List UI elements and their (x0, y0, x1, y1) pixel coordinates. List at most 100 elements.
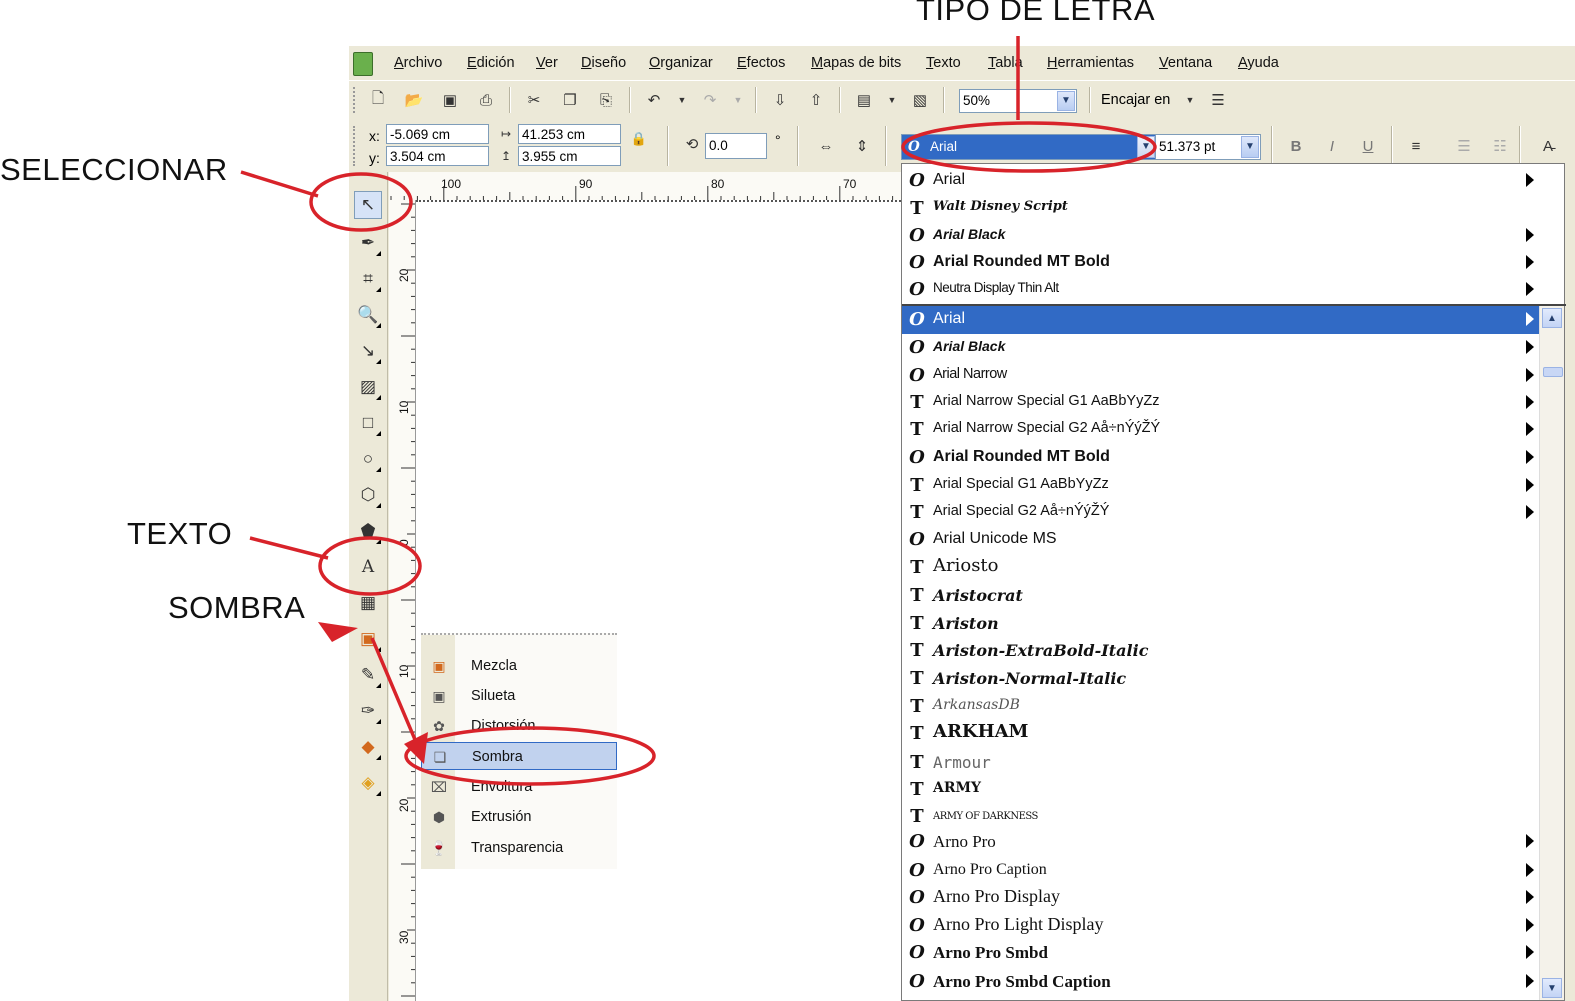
font-item[interactable]: T Ariston-Normal-Italic (902, 665, 1540, 693)
basic-shapes-tool-icon[interactable]: ⬟ (354, 517, 382, 545)
bullet-list-icon[interactable]: ☰ (1453, 135, 1475, 157)
menu-ventana[interactable]: Ventana (1159, 55, 1212, 71)
flyout-item-transparencia[interactable]: 🍷 Transparencia (421, 834, 617, 862)
fit-dropdown-icon[interactable]: ▼ (1179, 89, 1201, 111)
launcher-dropdown-icon[interactable]: ▼ (881, 89, 903, 111)
menu-tabla[interactable]: Tabla (988, 55, 1023, 71)
mirror-vertical-icon[interactable]: ⇕ (851, 135, 873, 157)
font-item[interactable]: O Arial Narrow (902, 362, 1540, 390)
bold-icon[interactable]: B (1285, 135, 1307, 157)
font-item[interactable]: T ArkansasDB (902, 693, 1540, 721)
table-tool-icon[interactable]: ▦ (354, 589, 382, 617)
format-text-icon[interactable]: A̵ (1537, 135, 1559, 157)
x-position-field[interactable]: -5.069 cm (386, 124, 489, 144)
menu-herramientas[interactable]: Herramientas (1047, 55, 1134, 71)
font-item-recent[interactable]: T Walt Disney Script (902, 195, 1540, 223)
width-field[interactable]: 41.253 cm (518, 124, 621, 144)
options-icon[interactable]: ☰ (1207, 89, 1229, 111)
flyout-item-sombra[interactable]: ❏ Sombra (421, 742, 617, 770)
font-item[interactable]: T Arial Special G2 Aå÷nÝýŽÝ (902, 499, 1540, 527)
paste-icon[interactable]: ⎘ (595, 89, 617, 111)
font-item[interactable]: T ARKHAM (902, 720, 1540, 748)
horizontal-ruler[interactable]: 100 90 80 70 (389, 172, 901, 201)
font-item[interactable]: T Arial Narrow Special G1 AaBbYyZz (902, 389, 1540, 417)
redo-icon[interactable]: ↷ (699, 89, 721, 111)
font-size-combo[interactable]: 51.373 pt ▼ (1155, 134, 1261, 160)
import-icon[interactable]: ⇩ (769, 89, 791, 111)
flyout-item-extrusion[interactable]: ⬢ Extrusión (421, 803, 617, 831)
shape-tool-icon[interactable]: ✒ (354, 229, 382, 257)
mirror-horizontal-icon[interactable]: ⇔ (815, 135, 837, 157)
flyout-item-silueta[interactable]: ▣ Silueta (421, 682, 617, 710)
font-item-recent[interactable]: O Arial Black (902, 222, 1540, 250)
font-list-combo[interactable]: O Arial ▼ (901, 134, 1157, 160)
font-item[interactable]: T Ariston (902, 610, 1540, 638)
fill-tool-icon[interactable]: ◆ (354, 733, 382, 761)
font-item[interactable]: O Arial Black (902, 334, 1540, 362)
scroll-thumb[interactable] (1543, 367, 1563, 377)
eyedropper-tool-icon[interactable]: ✎ (354, 661, 382, 689)
font-item[interactable]: O Arial Rounded MT Bold (902, 444, 1540, 472)
font-item-recent[interactable]: O Neutra Display Thin Alt (902, 276, 1540, 304)
flyout-item-mezcla[interactable]: ▣ Mezcla (421, 652, 617, 680)
vertical-ruler[interactable]: 20 10 0 10 20 30 (389, 200, 416, 1001)
print-icon[interactable]: ⎙ (475, 89, 497, 111)
drawing-canvas[interactable] (416, 200, 901, 1001)
font-item[interactable]: T ARMY OF DARKNESS (902, 803, 1540, 831)
font-item[interactable]: T Aristocrat (902, 582, 1540, 610)
font-item-selected[interactable]: O Arial (902, 306, 1540, 334)
height-field[interactable]: 3.955 cm (518, 146, 621, 166)
open-folder-icon[interactable]: 📂 (403, 89, 425, 111)
menu-archivo[interactable]: Archivo (394, 55, 442, 71)
flyout-item-envoltura[interactable]: ⌧ Envoltura (421, 773, 617, 801)
size-chevron-down-icon[interactable]: ▼ (1241, 136, 1259, 158)
font-item[interactable]: T Arial Narrow Special G2 Aå÷nÝýŽÝ (902, 416, 1540, 444)
y-position-field[interactable]: 3.504 cm (386, 146, 489, 166)
font-item-recent[interactable]: O Arial Rounded MT Bold (902, 249, 1540, 277)
font-item-recent[interactable]: O Arial (902, 167, 1540, 195)
font-item[interactable]: O Arno Pro Display (902, 884, 1540, 912)
font-item[interactable]: O Arno Pro Caption (902, 857, 1540, 885)
italic-icon[interactable]: I (1321, 135, 1343, 157)
crop-tool-icon[interactable]: ⌗ (354, 265, 382, 293)
toolbar-grip[interactable] (353, 87, 359, 113)
menu-mapas-de-bits[interactable]: Mapas de bits (811, 55, 901, 71)
font-item[interactable]: T ARMY (902, 776, 1540, 804)
font-item[interactable]: O Arial Unicode MS (902, 526, 1540, 554)
menu-edicion[interactable]: Edición (467, 55, 515, 71)
welcome-screen-icon[interactable]: ▧ (909, 89, 931, 111)
text-tool-icon[interactable]: A (354, 553, 382, 581)
rotation-field[interactable]: 0.0 (705, 133, 767, 159)
ellipse-tool-icon[interactable]: ○ (354, 445, 382, 473)
font-item[interactable]: T Ariston-ExtraBold-Italic (902, 637, 1540, 665)
scroll-up-icon[interactable]: ▲ (1542, 308, 1562, 328)
new-document-icon[interactable]: 🗋 (367, 89, 389, 111)
zoom-levels-combo[interactable]: 50% ▼ (959, 89, 1077, 113)
property-bar-grip[interactable] (353, 126, 359, 166)
redo-dropdown-icon[interactable]: ▼ (727, 89, 749, 111)
flyout-item-distorsion[interactable]: ✿ Distorsión (421, 712, 617, 740)
font-list-scrollbar[interactable]: ▲ ▼ (1539, 306, 1564, 1000)
outline-tool-icon[interactable]: ✑ (354, 697, 382, 725)
smart-fill-tool-icon[interactable]: ▨ (354, 373, 382, 401)
menu-ver[interactable]: Ver (536, 55, 558, 71)
polygon-tool-icon[interactable]: ⬡ (354, 481, 382, 509)
lock-ratio-icon[interactable]: 🔒 (628, 128, 650, 150)
pick-tool-icon[interactable]: ↖ (354, 191, 382, 219)
menu-diseno[interactable]: Diseño (581, 55, 626, 71)
export-icon[interactable]: ⇧ (805, 89, 827, 111)
menu-ayuda[interactable]: Ayuda (1238, 55, 1279, 71)
underline-icon[interactable]: U (1357, 135, 1379, 157)
font-item[interactable]: T Armour (902, 749, 1540, 777)
font-item[interactable]: T Arial Special G1 AaBbYyZz (902, 472, 1540, 500)
text-align-icon[interactable]: ≡ (1405, 135, 1427, 157)
fit-label[interactable]: Encajar en (1101, 92, 1170, 108)
font-item[interactable]: O Arno Pro Smbd Caption (902, 968, 1540, 996)
interactive-fill-tool-icon[interactable]: ◈ (354, 769, 382, 797)
menu-texto[interactable]: Texto (926, 55, 961, 71)
undo-icon[interactable]: ↶ (643, 89, 665, 111)
scroll-down-icon[interactable]: ▼ (1542, 978, 1562, 998)
application-launcher-icon[interactable]: ▤ (853, 89, 875, 111)
freehand-tool-icon[interactable]: ↘ (354, 337, 382, 365)
menu-organizar[interactable]: Organizar (649, 55, 713, 71)
